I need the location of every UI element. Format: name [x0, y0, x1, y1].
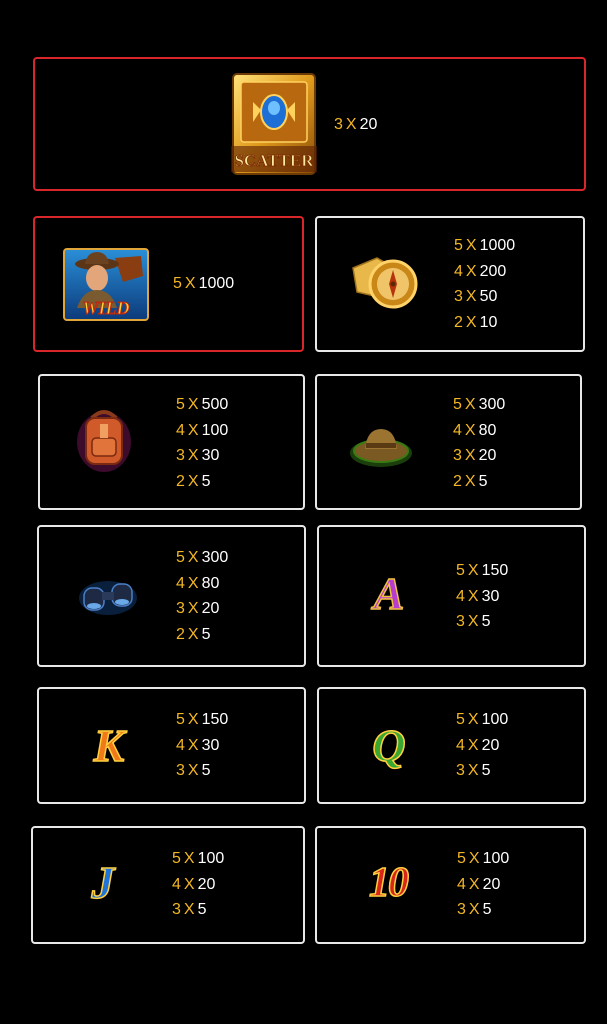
a-panel	[317, 525, 586, 667]
pay-row: 2X5	[176, 472, 211, 490]
wild-explorer-icon: WILD	[63, 248, 149, 321]
pay-row: 5 X 150	[176, 711, 229, 728]
wild-paytable: 5 X 1000	[173, 271, 234, 297]
binoculars-paytable: 5 X 300 4 X 80 3 X 20 2X5	[176, 545, 228, 647]
pay-row: 4 X 30	[456, 587, 500, 605]
compass-paytable: 5 X 1000 4 X 200 3 X 50 2 X 10	[454, 233, 515, 335]
pay-row: 4 X 30	[176, 736, 220, 754]
backpack-paytable: 5 X 500 4 X 100 3 X 30 2X5	[176, 392, 228, 494]
pay-row: 4 X 20	[457, 875, 501, 893]
pay-row: 3X5	[456, 762, 491, 779]
pay-row: 5 X 150	[456, 562, 509, 579]
k-panel	[37, 687, 306, 804]
pay-row: 5 X 100	[457, 850, 510, 867]
pay-row: 5 X 300	[453, 396, 506, 413]
pay-row: 4 X 20	[172, 875, 216, 893]
a-paytable: 5 X 150 4 X 30 3X5	[456, 558, 508, 635]
binoculars-icon	[79, 581, 137, 615]
pay-row: 5 X 1000	[173, 275, 235, 292]
k-paytable: 5 X 150 4 X 30 3X5	[176, 707, 228, 784]
pay-row: 4 X 20	[456, 736, 500, 754]
hat-paytable: 5 X 300 4 X 80 3 X 20 2X5	[453, 392, 505, 494]
pay-row: 2 X 10	[454, 313, 498, 331]
pay-row: 4 X 200	[454, 262, 507, 280]
pay-row: 5 X 100	[456, 711, 509, 728]
pay-row: 3 X 30	[176, 447, 220, 464]
pay-row: 3X5	[457, 901, 492, 918]
pay-row: 2X5	[453, 472, 488, 490]
pay-row: 3X5	[176, 762, 211, 779]
number-10-icon: 10	[368, 860, 410, 906]
letter-q-icon: Q	[372, 720, 407, 771]
pay-row: 3X5	[456, 613, 491, 630]
pay-row: 5 X 1000	[454, 237, 516, 254]
scatter-label-text: SCATTER	[234, 151, 314, 170]
pay-row: 5 X 100	[172, 850, 225, 867]
pay-row: 3 X 20	[176, 600, 220, 617]
scatter-paytable: 3 X 20	[334, 112, 377, 138]
j-paytable: 5 X 100 4 X 20 3X5	[172, 846, 224, 923]
pay-row: 3 X 20	[334, 116, 378, 133]
pay-row: 4 X 80	[176, 574, 220, 592]
scatter-book-icon: SCATTER	[231, 73, 317, 175]
ten-paytable: 5 X 100 4 X 20 3X5	[457, 846, 509, 923]
compass-map-icon	[352, 257, 418, 309]
pay-row: 3 X 20	[453, 447, 497, 464]
j-panel	[31, 826, 305, 944]
pay-row: 5 X 500	[176, 396, 229, 413]
letter-j-icon: J	[91, 857, 116, 908]
letter-k-icon: K	[93, 720, 125, 771]
pay-row: 5 X 300	[176, 549, 229, 566]
pay-row: 4 X 80	[453, 421, 497, 439]
q-panel	[317, 687, 586, 804]
q-paytable: 5 X 100 4 X 20 3X5	[456, 707, 508, 784]
pay-row: 3X5	[172, 901, 207, 918]
wild-label-text: WILD	[82, 298, 129, 318]
backpack-icon	[77, 410, 131, 472]
letter-a-icon: A	[373, 568, 405, 619]
pay-row: 3 X 50	[454, 288, 498, 305]
pay-row: 4 X 100	[176, 421, 229, 439]
explorer-hat-icon	[350, 429, 412, 467]
pay-row: 2X5	[176, 625, 211, 643]
